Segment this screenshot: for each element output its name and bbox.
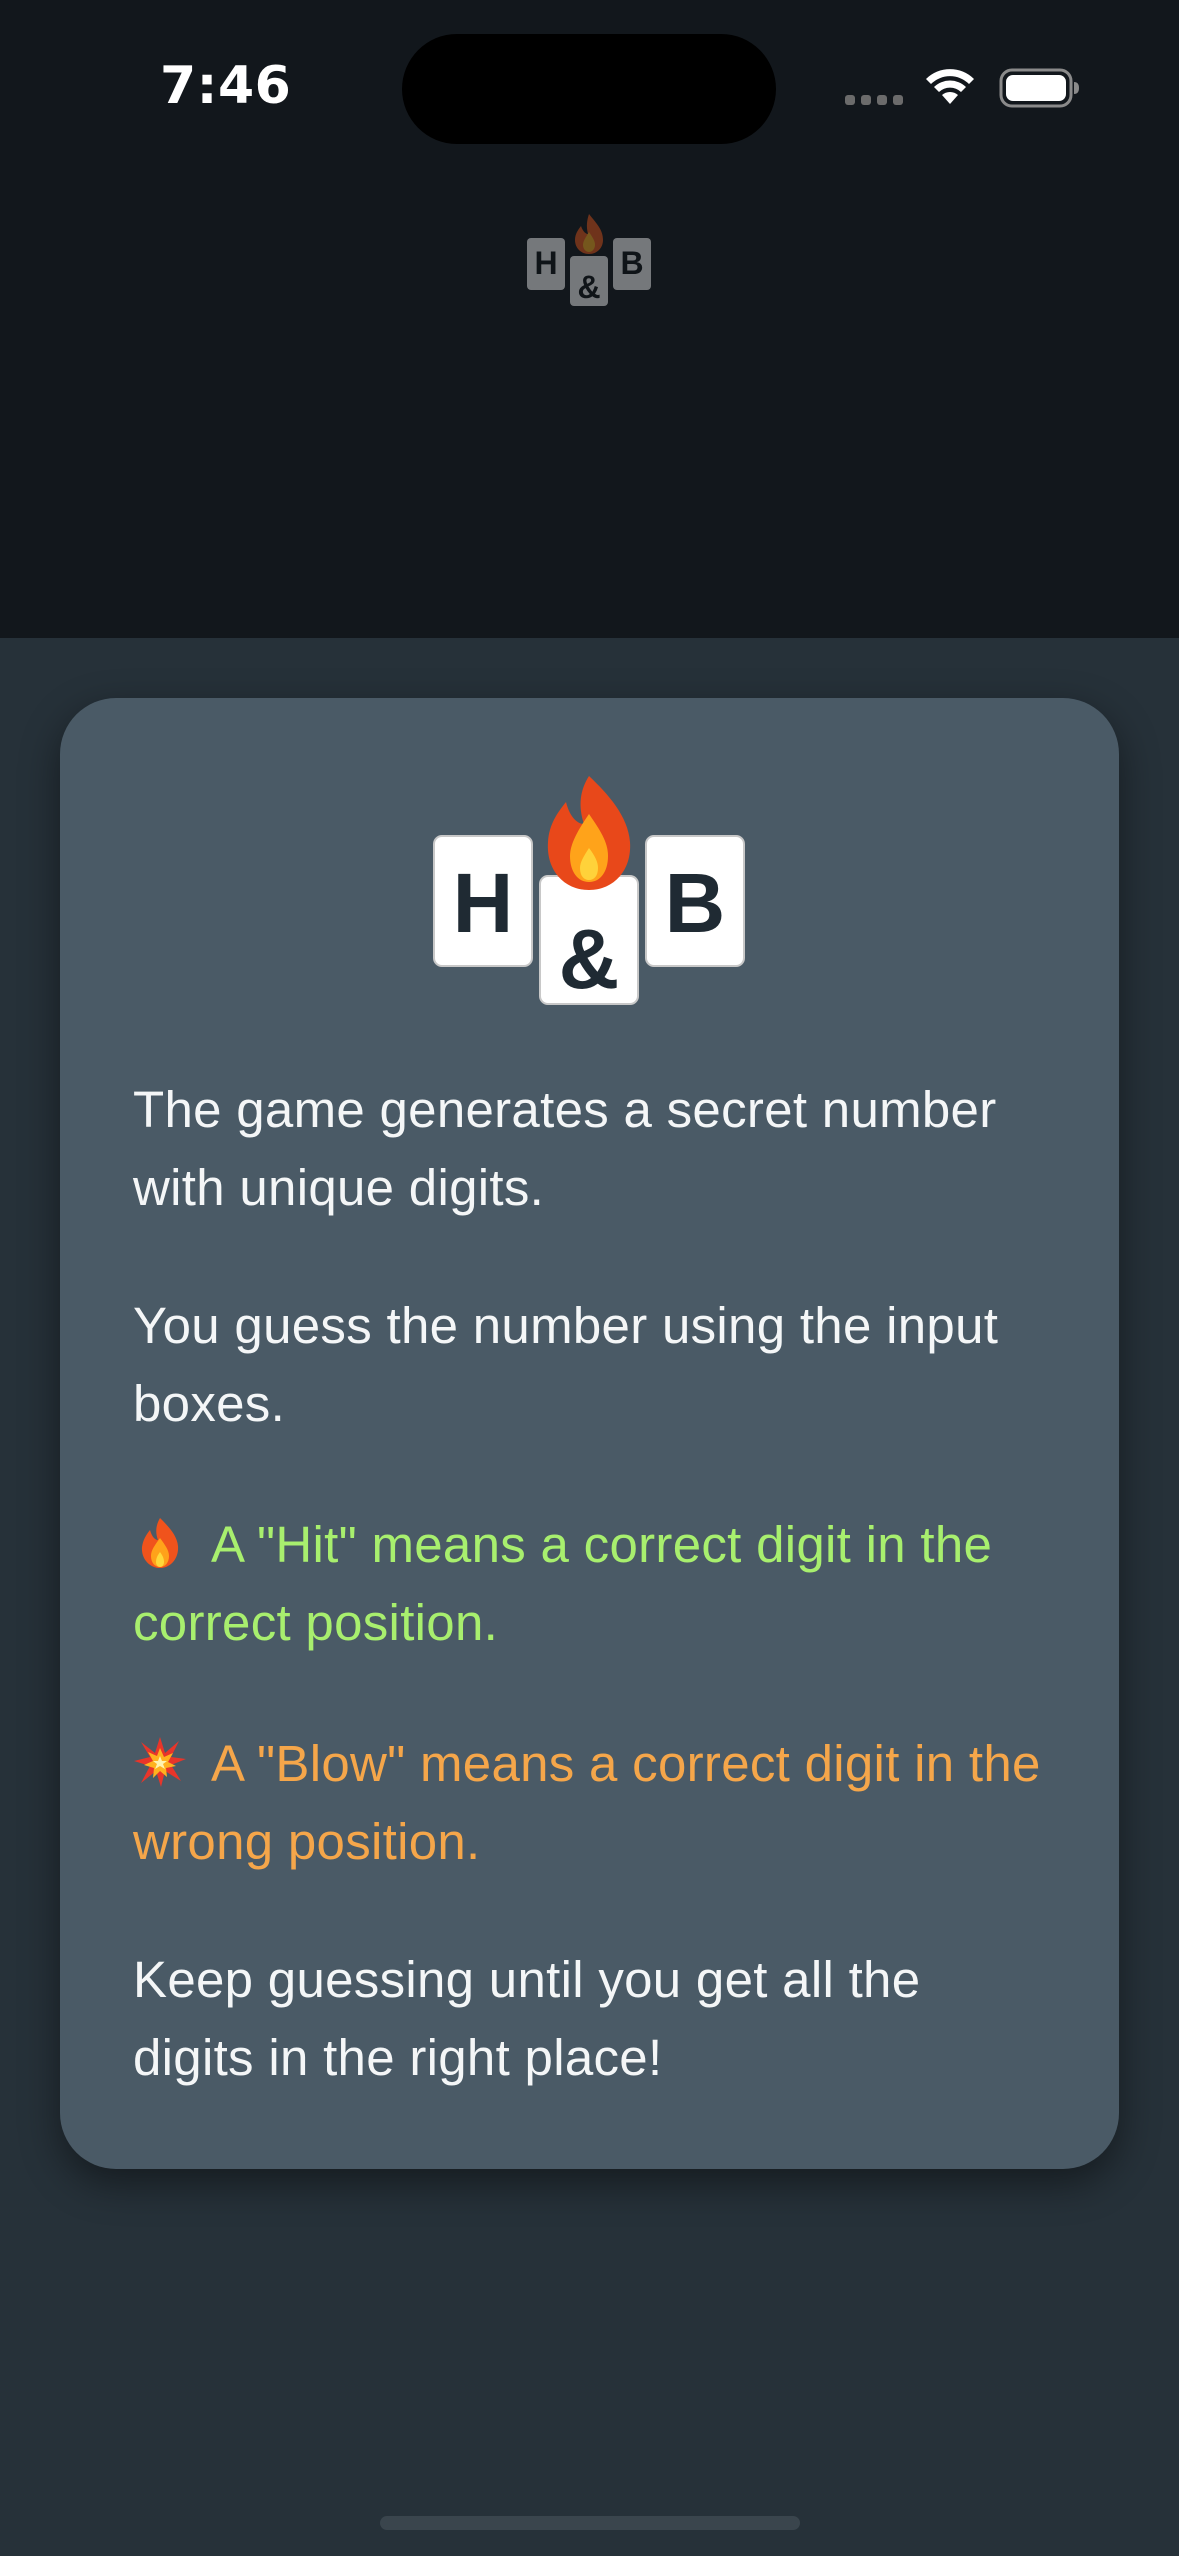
header-logo-icon: H B & — [527, 214, 651, 306]
instruction-hit: A "Hit" means a correct digit in the cor… — [133, 1506, 1053, 1662]
svg-text:H: H — [534, 245, 557, 281]
instruction-guess: You guess the number using the input box… — [133, 1297, 999, 1432]
fire-icon — [141, 1518, 179, 1568]
battery-icon — [999, 68, 1079, 108]
svg-text:&: & — [577, 269, 600, 305]
svg-text:B: B — [665, 856, 726, 950]
svg-text:&: & — [559, 912, 620, 1006]
status-time: 7:46 — [160, 56, 292, 116]
instruction-blow: A "Blow" means a correct digit in the wr… — [133, 1725, 1053, 1881]
instruction-goal: Keep guessing until you get all the digi… — [133, 1951, 921, 2086]
collision-icon — [134, 1737, 186, 1787]
wifi-icon — [926, 69, 974, 104]
home-indicator[interactable] — [380, 2516, 800, 2530]
instructions-card: H B & The game generates a secret number… — [60, 698, 1119, 2169]
hit-description: A "Hit" means a correct digit in the cor… — [133, 1516, 993, 1651]
svg-text:H: H — [453, 856, 514, 950]
top-header-area: 7:46 H B & — [0, 0, 1179, 638]
cellular-signal-icon — [845, 95, 903, 105]
blow-description: A "Blow" means a correct digit in the wr… — [133, 1735, 1041, 1870]
instruction-generate: The game generates a secret number with … — [133, 1081, 997, 1216]
svg-text:B: B — [620, 245, 643, 281]
hit-and-blow-logo: H B & — [433, 776, 745, 1006]
dynamic-island — [402, 34, 776, 144]
